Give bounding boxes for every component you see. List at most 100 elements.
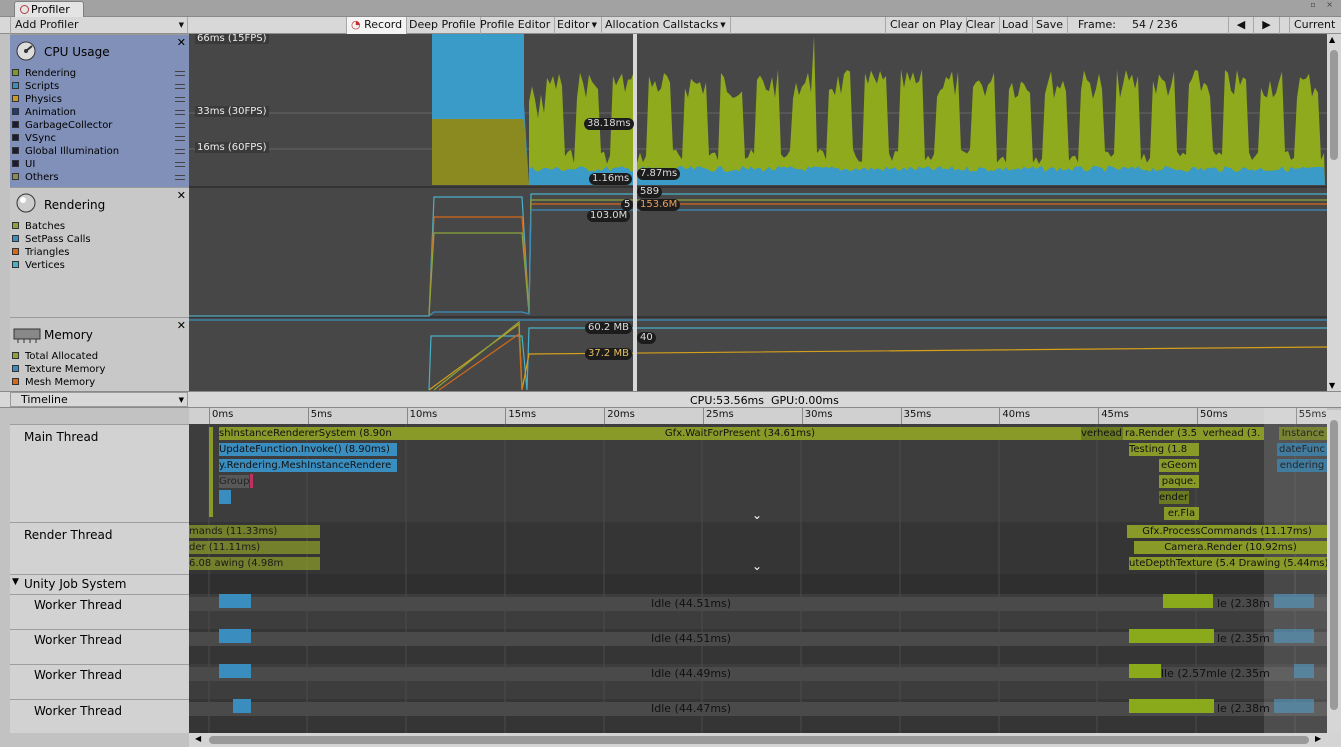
timeline-sample[interactable]: mands (11.33ms) — [189, 525, 320, 538]
legend-item[interactable]: Total Allocated — [12, 350, 98, 363]
timeline-scrollbar[interactable] — [1327, 410, 1341, 733]
worker-idle-label[interactable]: le (2.35m — [1217, 667, 1270, 680]
legend-item[interactable]: Others — [12, 171, 59, 184]
reorder-handle-icon[interactable] — [175, 149, 185, 154]
scroll-right-icon[interactable]: ▶ — [1315, 734, 1321, 743]
graphs-scrollbar[interactable]: ▼ ▲ — [1327, 34, 1341, 391]
legend-item[interactable]: Scripts — [12, 80, 59, 93]
legend-swatch[interactable] — [12, 160, 19, 167]
reorder-handle-icon[interactable] — [175, 162, 185, 167]
foldout-arrow-icon[interactable]: ▼ — [12, 577, 19, 587]
legend-item[interactable]: Batches — [12, 220, 65, 233]
timeline-sample[interactable]: 6.08 awing (4.98m — [189, 557, 320, 570]
timeline-sample[interactable]: enderL — [1159, 491, 1189, 504]
legend-swatch[interactable] — [12, 121, 19, 128]
timeline-horizontal-scrollbar[interactable]: ◀ ▶ — [189, 733, 1341, 747]
timeline-sample[interactable]: paque. — [1159, 475, 1199, 488]
legend-swatch[interactable] — [12, 173, 19, 180]
legend-swatch[interactable] — [12, 69, 19, 76]
legend-item[interactable]: GarbageCollector — [12, 119, 112, 132]
timeline-sample[interactable]: Testing (1.8 — [1129, 443, 1199, 456]
profiler-tab[interactable]: Profiler — [14, 1, 84, 17]
clear-button[interactable]: Clear — [962, 17, 1000, 34]
legend-item[interactable]: Vertices — [12, 259, 65, 272]
legend-item[interactable]: Physics — [12, 93, 62, 106]
timeline-sample[interactable]: Group — [219, 475, 249, 488]
timeline-sample[interactable]: verhead (3. — [1199, 427, 1264, 440]
legend-swatch[interactable] — [12, 261, 19, 268]
close-icon[interactable]: ✕ — [177, 36, 186, 49]
reorder-handle-icon[interactable] — [175, 175, 185, 180]
save-button[interactable]: Save — [1032, 17, 1069, 34]
scrollbar-thumb[interactable] — [209, 736, 1309, 744]
reorder-handle-icon[interactable] — [175, 71, 185, 76]
worker-idle-label[interactable]: le (2.38m — [1217, 597, 1270, 610]
view-mode-dropdown[interactable]: Timeline ▼ — [10, 392, 188, 407]
timeline-sample[interactable]: ra.Render (3.5 — [1123, 427, 1199, 440]
worker-idle-label[interactable]: le (2.35m — [1217, 632, 1270, 645]
scrollbar-thumb[interactable] — [1330, 420, 1338, 710]
legend-swatch[interactable] — [12, 352, 19, 359]
legend-swatch[interactable] — [12, 147, 19, 154]
legend-swatch[interactable] — [12, 95, 19, 102]
timeline-sample[interactable]: dateFunc — [1277, 443, 1327, 456]
thread-render[interactable]: Render Thread — [10, 522, 189, 574]
legend-item[interactable]: UI — [12, 158, 35, 171]
worker-idle-label[interactable]: Idle (44.47ms) — [651, 702, 731, 715]
timeline-sample[interactable]: uteDepthTexture (5.4 Drawing (5.44ms) — [1129, 557, 1327, 570]
legend-swatch[interactable] — [12, 222, 19, 229]
legend-swatch[interactable] — [12, 235, 19, 242]
legend-item[interactable]: SetPass Calls — [12, 233, 91, 246]
timeline-sample[interactable]: eGeom — [1159, 459, 1199, 472]
scroll-down-icon[interactable]: ▼ — [1329, 381, 1335, 390]
reorder-handle-icon[interactable] — [175, 84, 185, 89]
scroll-left-icon[interactable]: ◀ — [195, 734, 201, 743]
legend-item[interactable]: Animation — [12, 106, 76, 119]
prev-frame-button[interactable]: ◀ — [1228, 17, 1254, 34]
worker-idle-label[interactable]: Idle (44.51ms) — [651, 597, 731, 610]
timeline-sample[interactable]: verhead ( — [1081, 427, 1123, 440]
thread-worker[interactable]: Worker Thread — [10, 664, 189, 699]
legend-swatch[interactable] — [12, 378, 19, 385]
close-icon[interactable]: ✕ — [177, 189, 186, 202]
editor-dropdown[interactable]: Editor ▼ — [553, 17, 602, 34]
legend-swatch[interactable] — [12, 134, 19, 141]
timeline-sample[interactable]: er.Fla — [1164, 507, 1199, 520]
legend-swatch[interactable] — [12, 365, 19, 372]
timeline-sample[interactable]: y.Rendering.MeshInstanceRendere — [219, 459, 397, 472]
close-icon[interactable]: ✕ — [177, 319, 186, 332]
legend-item[interactable]: Rendering — [12, 67, 76, 80]
reorder-handle-icon[interactable] — [175, 123, 185, 128]
thread-worker[interactable]: Worker Thread — [10, 699, 189, 733]
timeline-sample[interactable]: Gfx.WaitForPresent (34.61ms) — [399, 427, 1081, 440]
worker-idle-label[interactable]: Idle (44.49ms) — [651, 667, 731, 680]
worker-idle-label[interactable]: lle (2.57m — [1161, 667, 1217, 680]
timeline-sample[interactable]: endering — [1277, 459, 1327, 472]
thread-worker[interactable]: Worker Thread — [10, 629, 189, 664]
memory-module[interactable]: Memory ✕ Total Allocated Texture Memory Me… — [10, 317, 189, 391]
allocation-callstacks-dropdown[interactable]: Allocation Callstacks ▼ — [601, 17, 731, 34]
rendering-module[interactable]: Rendering ✕ Batches SetPass Calls Triangle… — [10, 187, 189, 317]
add-profiler-dropdown[interactable]: Add Profiler ▼ — [10, 17, 188, 34]
worker-idle-label[interactable]: Idle (44.51ms) — [651, 632, 731, 645]
timeline-view[interactable]: 0ms 5ms 10ms 15ms 20ms 25ms 30ms 35ms 40ms 45ms 50… — [189, 408, 1327, 733]
expand-chevron-icon[interactable]: ⌄ — [752, 508, 762, 522]
load-button[interactable]: Load — [998, 17, 1034, 34]
timeline-sample[interactable]: Gfx.ProcessCommands (11.17ms) — [1127, 525, 1327, 538]
timeline-sample[interactable]: Camera.Render (10.92ms) — [1134, 541, 1327, 554]
clear-on-play-button[interactable]: Clear on Play — [885, 17, 968, 34]
legend-swatch[interactable] — [12, 108, 19, 115]
legend-item[interactable]: Texture Memory — [12, 363, 105, 376]
reorder-handle-icon[interactable] — [175, 97, 185, 102]
reorder-handle-icon[interactable] — [175, 136, 185, 141]
profiler-graphs[interactable]: 66ms (15FPS) 33ms (30FPS) 16ms (60FPS) 3… — [189, 34, 1327, 391]
scrollbar-thumb[interactable] — [1330, 50, 1338, 160]
expand-chevron-icon[interactable]: ⌄ — [752, 559, 762, 573]
legend-swatch[interactable] — [12, 82, 19, 89]
legend-item[interactable]: VSync — [12, 132, 56, 145]
legend-swatch[interactable] — [12, 248, 19, 255]
timeline-sample[interactable]: UpdateFunction.Invoke() (8.90ms) — [219, 443, 397, 456]
timeline-sample[interactable]: Instance — [1279, 427, 1327, 440]
legend-item[interactable]: Mesh Memory — [12, 376, 95, 389]
profile-editor-button[interactable]: Profile Editor — [476, 17, 556, 34]
